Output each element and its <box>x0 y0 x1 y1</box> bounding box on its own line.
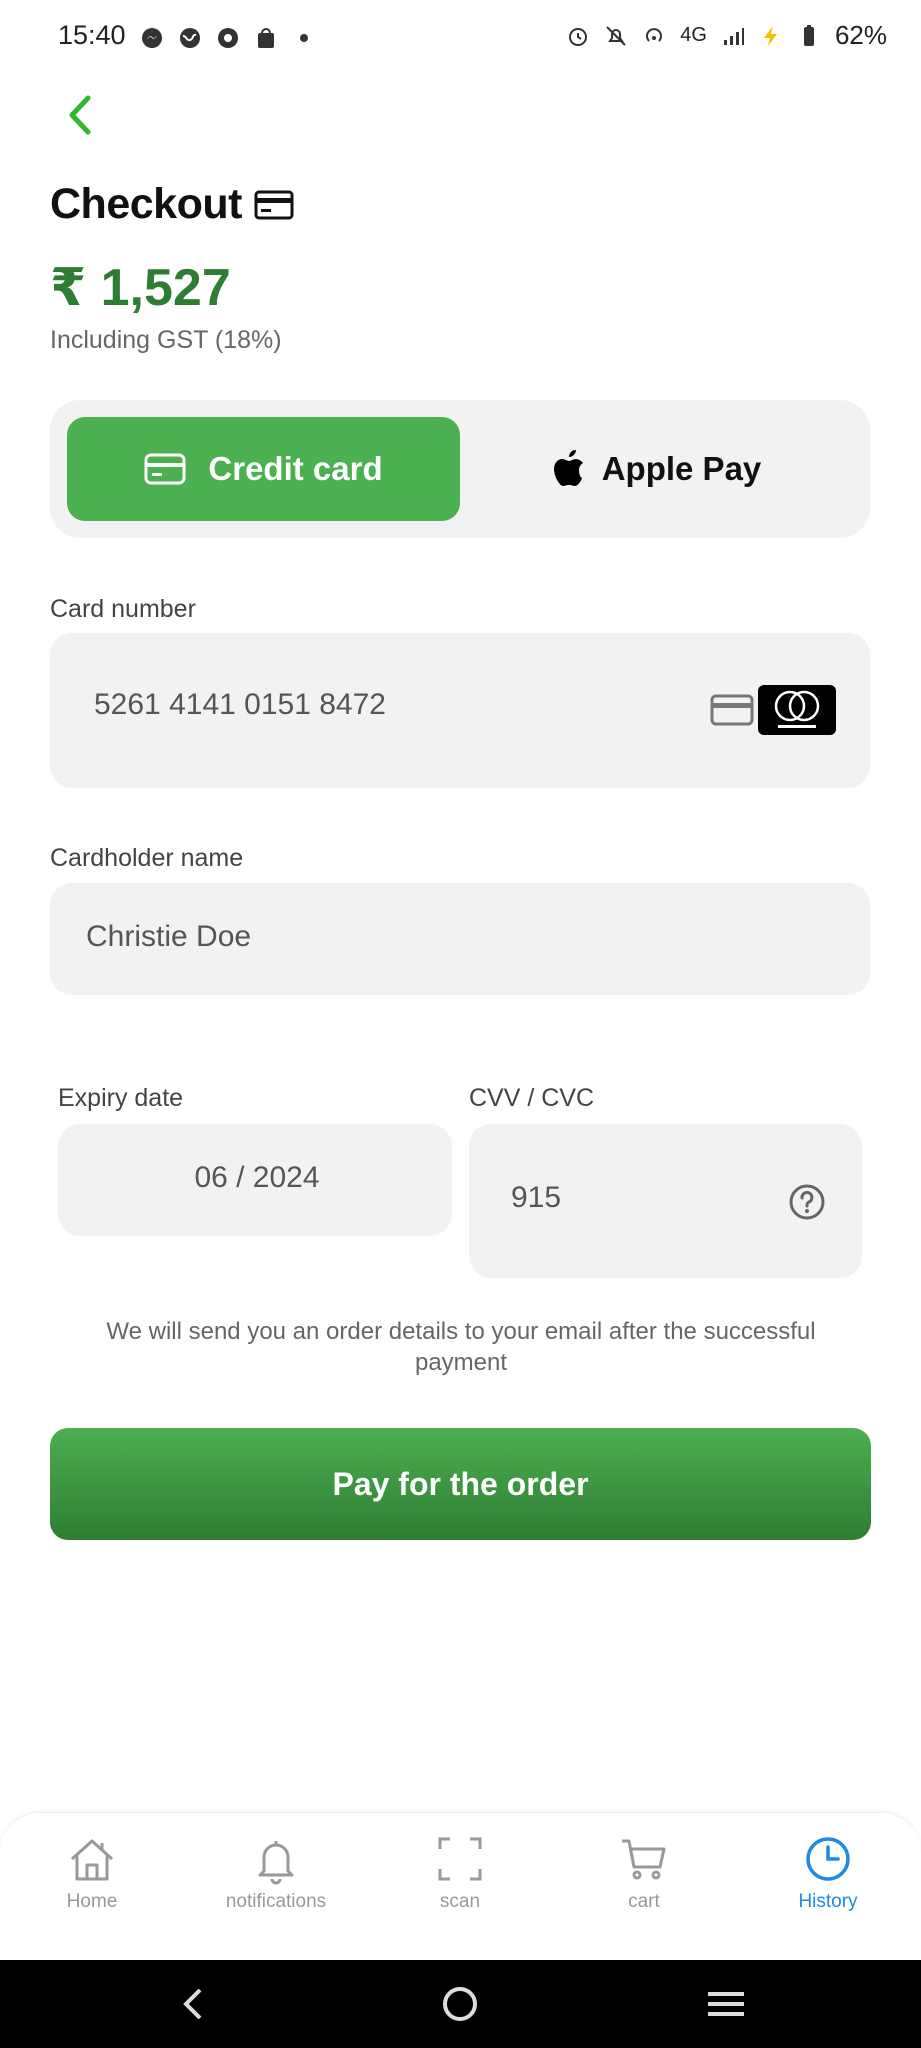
messenger-icon <box>142 28 162 48</box>
signal-icon <box>723 27 744 45</box>
battery-level: 62% <box>834 20 887 50</box>
hotspot-icon <box>646 27 663 42</box>
nav-history[interactable]: History <box>738 1833 918 1943</box>
menu-icon <box>708 1992 744 2016</box>
nav-cart[interactable]: cart <box>554 1833 734 1943</box>
pay-button[interactable]: Pay for the order <box>50 1428 871 1540</box>
system-back-button[interactable] <box>134 1960 254 2048</box>
nav-label: History <box>798 1891 858 1912</box>
flash-icon <box>763 25 777 46</box>
network-type: 4G <box>680 24 707 46</box>
mute-icon <box>606 25 626 46</box>
tab-label: Apple Pay <box>601 450 762 487</box>
back-button[interactable] <box>56 88 106 142</box>
cvv-input[interactable] <box>509 1180 713 1216</box>
alarm-icon <box>569 27 588 46</box>
globe-icon <box>180 28 200 48</box>
system-home-button[interactable] <box>400 1960 520 2048</box>
expiry-date-label: Expiry date <box>58 1084 184 1112</box>
card-number-input[interactable] <box>92 687 616 723</box>
page-title: Checkout <box>50 180 242 228</box>
chevron-left-icon <box>183 1988 202 2020</box>
nav-scan[interactable]: scan <box>370 1833 550 1943</box>
scan-icon <box>438 1837 482 1881</box>
credit-card-icon <box>254 190 294 219</box>
dot-icon <box>300 34 308 42</box>
order-total: ₹ 1,527 <box>50 259 231 317</box>
cardholder-name-label: Cardholder name <box>50 844 244 872</box>
email-notice: We will send you an order details to you… <box>106 1318 816 1376</box>
credit-card-icon <box>144 453 186 485</box>
photos-icon <box>218 28 238 48</box>
cart-icon <box>622 1839 666 1880</box>
status-bar: 15:40 4G 62% <box>0 0 921 78</box>
nav-home[interactable]: Home <box>2 1833 182 1943</box>
nav-notifications[interactable]: notifications <box>186 1833 366 1943</box>
title-row: Checkout <box>50 180 294 229</box>
status-time: 15:40 <box>58 20 126 50</box>
bottom-navigation: Home notifications scan cart History <box>0 1812 921 1961</box>
tab-credit-card[interactable]: Credit card <box>67 417 460 521</box>
expiry-date-input[interactable] <box>58 1160 456 1196</box>
shopping-bag-icon <box>258 28 274 48</box>
status-system-icons: 4G 62% <box>566 20 887 51</box>
home-circle-icon <box>443 1987 477 2021</box>
expiry-date-field[interactable] <box>58 1124 456 1236</box>
nav-label: Home <box>66 1891 118 1912</box>
mastercard-logo-icon <box>758 685 836 735</box>
system-recents-button[interactable] <box>666 1960 786 2048</box>
home-icon <box>70 1839 114 1881</box>
cardholder-name-input[interactable] <box>84 919 788 955</box>
card-number-field[interactable] <box>50 633 870 788</box>
system-navigation-bar <box>0 1960 921 2048</box>
card-number-label: Card number <box>50 595 196 623</box>
battery-icon <box>803 24 814 46</box>
status-notification-icons <box>140 26 316 50</box>
help-circle-icon[interactable] <box>787 1182 827 1222</box>
bell-icon <box>258 1841 294 1885</box>
payment-method-tabs: Credit card Apple Pay <box>50 400 870 538</box>
cvv-label: CVV / CVC <box>469 1084 595 1112</box>
apple-icon <box>553 450 583 486</box>
chevron-left-icon <box>69 95 91 135</box>
cvv-field[interactable] <box>469 1124 862 1278</box>
tab-label: Credit card <box>208 450 383 487</box>
nav-label: scan <box>439 1891 481 1912</box>
nav-label: cart <box>628 1891 660 1912</box>
gst-note: Including GST (18%) <box>50 326 282 354</box>
card-outline-icon <box>710 694 754 726</box>
tab-apple-pay[interactable]: Apple Pay <box>460 417 853 521</box>
nav-label: notifications <box>225 1891 327 1912</box>
cardholder-name-field[interactable] <box>50 883 870 995</box>
history-icon <box>806 1837 850 1881</box>
